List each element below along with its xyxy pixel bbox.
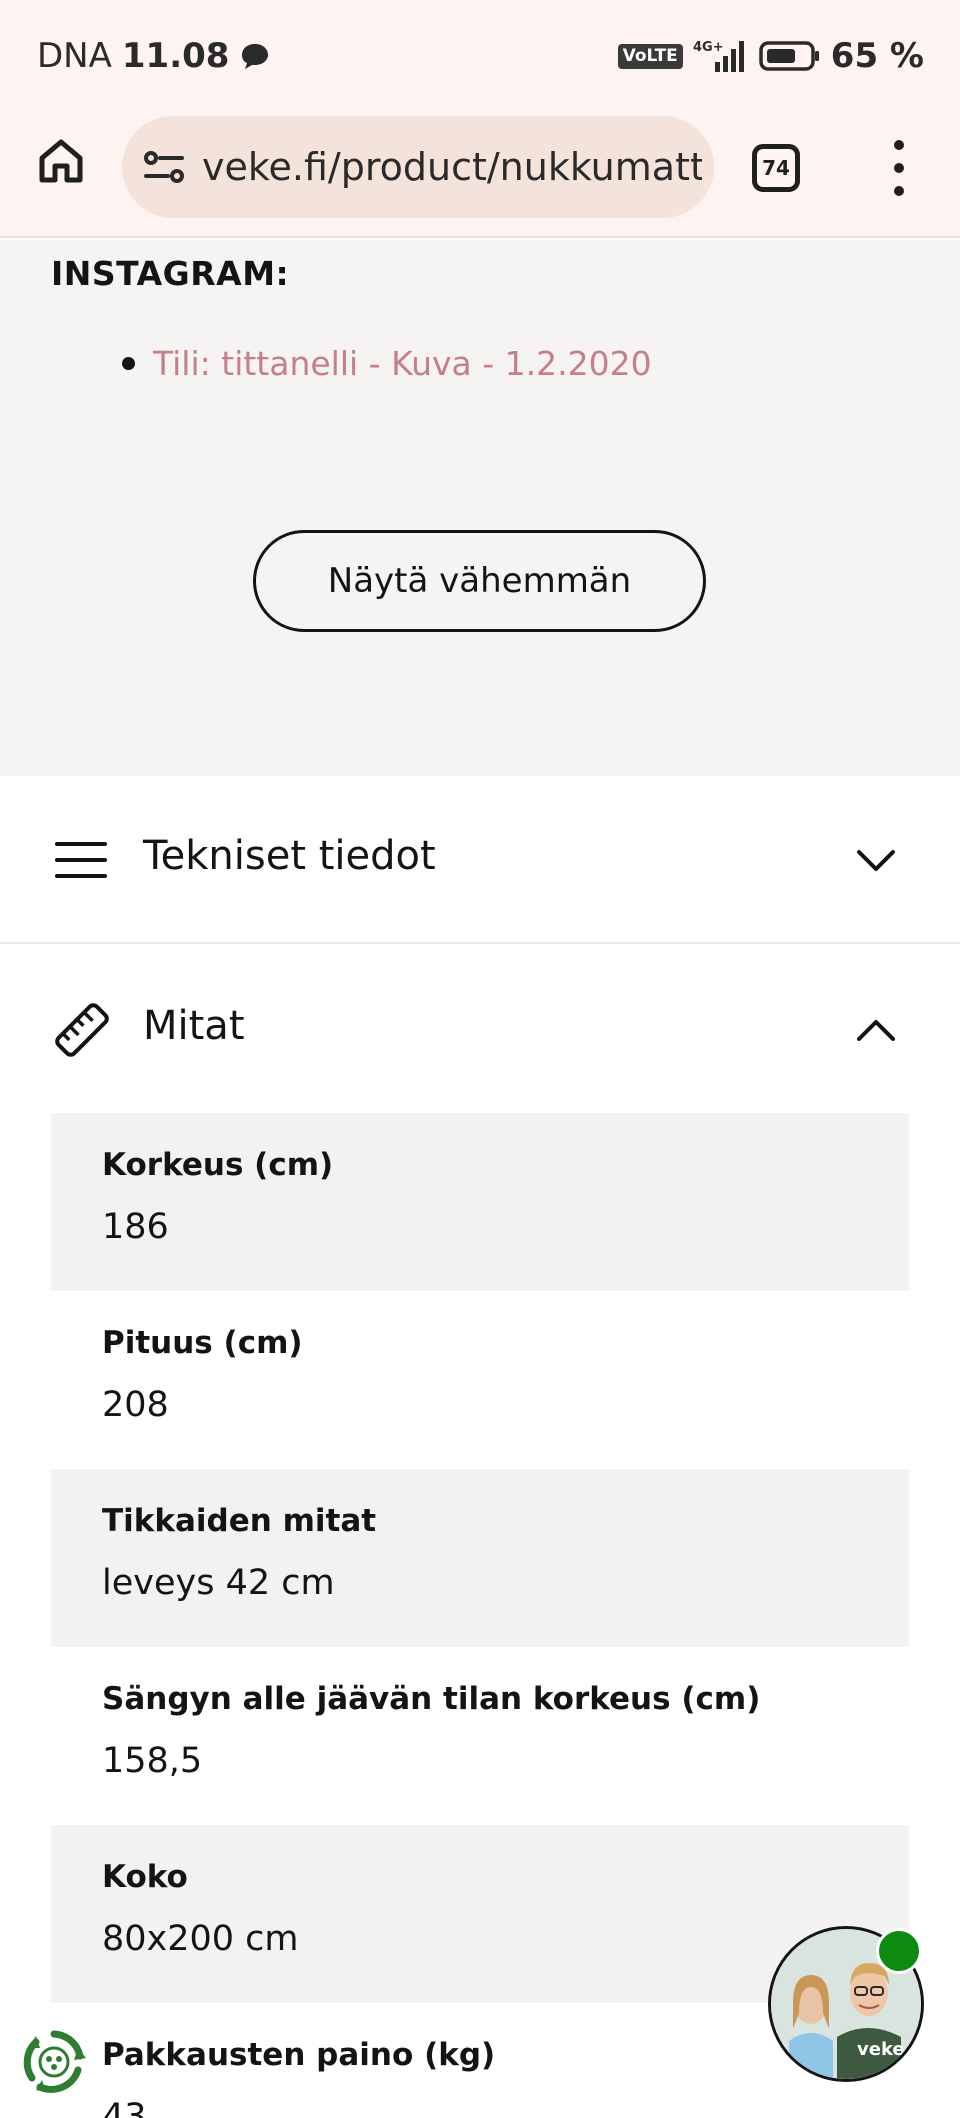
- volte-badge: VoLTE: [617, 43, 683, 69]
- bullet: [122, 357, 135, 370]
- status-bar: DNA 11.08 VoLTE 4G+ 65 %: [0, 0, 960, 114]
- spec-value: leveys 42 cm: [102, 1563, 335, 1603]
- browser-toolbar: veke.fi/product/nukkumatti 74: [0, 114, 960, 238]
- tab-switcher-button[interactable]: 74: [752, 144, 800, 192]
- clock: 11.08: [121, 36, 230, 76]
- battery-icon: [759, 41, 819, 71]
- spec-key: Pituus (cm): [102, 1325, 303, 1361]
- message-icon: [242, 44, 269, 69]
- menu-dot: [894, 163, 904, 173]
- site-settings-icon[interactable]: [142, 147, 186, 187]
- spec-value: 158,5: [102, 1741, 203, 1781]
- browser-menu-button[interactable]: [880, 140, 918, 196]
- carrier-label: DNA: [37, 36, 112, 76]
- spec-row: Korkeus (cm) 186: [51, 1113, 909, 1291]
- tab-count: 74: [762, 156, 790, 180]
- spec-value: 43: [102, 2097, 147, 2118]
- accordion-label: Mitat: [143, 1003, 245, 1049]
- spec-value: 208: [102, 1385, 169, 1425]
- url-text[interactable]: veke.fi/product/nukkumatti: [202, 145, 702, 189]
- instagram-section: INSTAGRAM: Tili: tittanelli - Kuva - 1.2…: [0, 240, 960, 776]
- network-type-label: 4G+: [693, 40, 724, 55]
- chevron-down-icon: [857, 850, 895, 871]
- signal-icon: 4G+: [693, 40, 744, 72]
- spec-row: Tikkaiden mitat leveys 42 cm: [51, 1469, 909, 1647]
- instagram-link[interactable]: Tili: tittanelli - Kuva - 1.2.2020: [153, 344, 652, 383]
- list-item: Tili: tittanelli - Kuva - 1.2.2020: [122, 344, 652, 383]
- spec-key: Pakkausten paino (kg): [102, 2037, 496, 2073]
- chevron-up-icon: [857, 1020, 895, 1041]
- status-right: VoLTE 4G+ 65 %: [617, 36, 924, 76]
- accordion-dimensions[interactable]: Mitat: [0, 946, 960, 1114]
- status-left: DNA 11.08: [37, 36, 271, 76]
- spec-key: Koko: [102, 1859, 188, 1895]
- home-icon[interactable]: [36, 136, 86, 186]
- online-status-badge: [876, 1928, 922, 1974]
- show-less-button[interactable]: Näytä vähemmän: [253, 530, 706, 632]
- instagram-title: INSTAGRAM:: [51, 254, 290, 293]
- spec-key: Korkeus (cm): [102, 1147, 334, 1183]
- battery-percentage: 65 %: [830, 36, 924, 76]
- avatar-brand-text: veke: [857, 2039, 905, 2060]
- spec-row: Sängyn alle jäävän tilan korkeus (cm) 15…: [51, 1647, 909, 1825]
- list-icon: [55, 842, 107, 878]
- ruler-icon: [55, 1003, 109, 1057]
- spec-key: Sängyn alle jäävän tilan korkeus (cm): [102, 1681, 761, 1717]
- spec-row: Pituus (cm) 208: [51, 1291, 909, 1469]
- accordion-technical[interactable]: Tekniset tiedot: [0, 776, 960, 944]
- menu-dot: [894, 140, 904, 150]
- spec-key: Tikkaiden mitat: [102, 1503, 377, 1539]
- recycle-icon[interactable]: [18, 2026, 90, 2098]
- address-bar[interactable]: veke.fi/product/nukkumatti: [122, 116, 714, 218]
- menu-dot: [894, 186, 904, 196]
- spec-value: 80x200 cm: [102, 1919, 299, 1959]
- spec-value: 186: [102, 1207, 169, 1247]
- accordion-label: Tekniset tiedot: [143, 833, 436, 879]
